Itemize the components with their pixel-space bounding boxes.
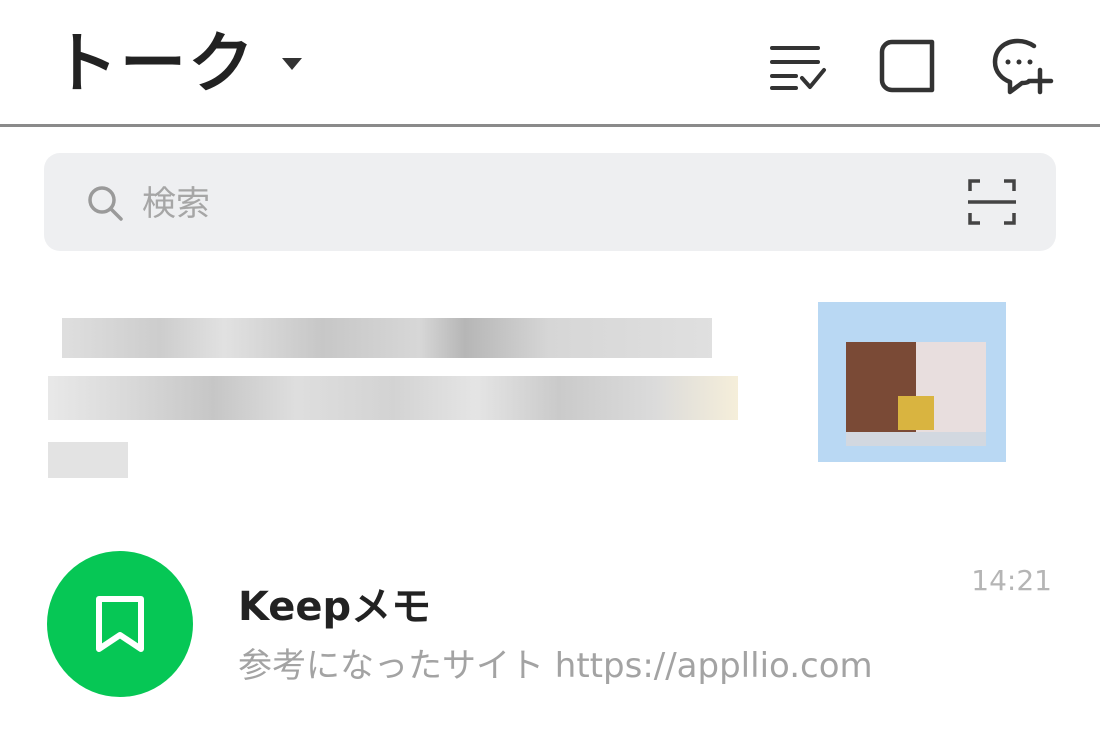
talk-title-dropdown[interactable]: トーク xyxy=(52,22,302,106)
chat-row-keep-memo[interactable]: Keepメモ 参考になったサイト https://appllio.com 14:… xyxy=(0,540,1100,710)
obscured-thumbnail xyxy=(818,302,1006,462)
search-input[interactable] xyxy=(140,175,904,233)
square-speech-icon[interactable] xyxy=(876,34,940,98)
header-divider xyxy=(0,124,1100,127)
qr-scan-icon[interactable] xyxy=(968,179,1016,225)
search-bar[interactable] xyxy=(44,153,1056,251)
obscured-name xyxy=(62,318,712,358)
bookmark-icon xyxy=(96,596,144,652)
obscured-extra xyxy=(48,442,128,478)
obscured-preview xyxy=(48,376,738,420)
chat-name: Keepメモ xyxy=(238,584,432,630)
page-title: トーク xyxy=(52,25,256,102)
header: トーク xyxy=(0,0,1100,126)
search-icon xyxy=(88,186,123,221)
caret-down-icon xyxy=(282,58,302,70)
new-chat-icon[interactable] xyxy=(990,34,1054,98)
avatar xyxy=(47,551,193,697)
edit-list-icon[interactable] xyxy=(766,34,830,98)
obscured-chat-row[interactable] xyxy=(0,278,1100,498)
chat-preview: 参考になったサイト https://appllio.com xyxy=(238,646,873,686)
chat-timestamp: 14:21 xyxy=(971,564,1052,597)
